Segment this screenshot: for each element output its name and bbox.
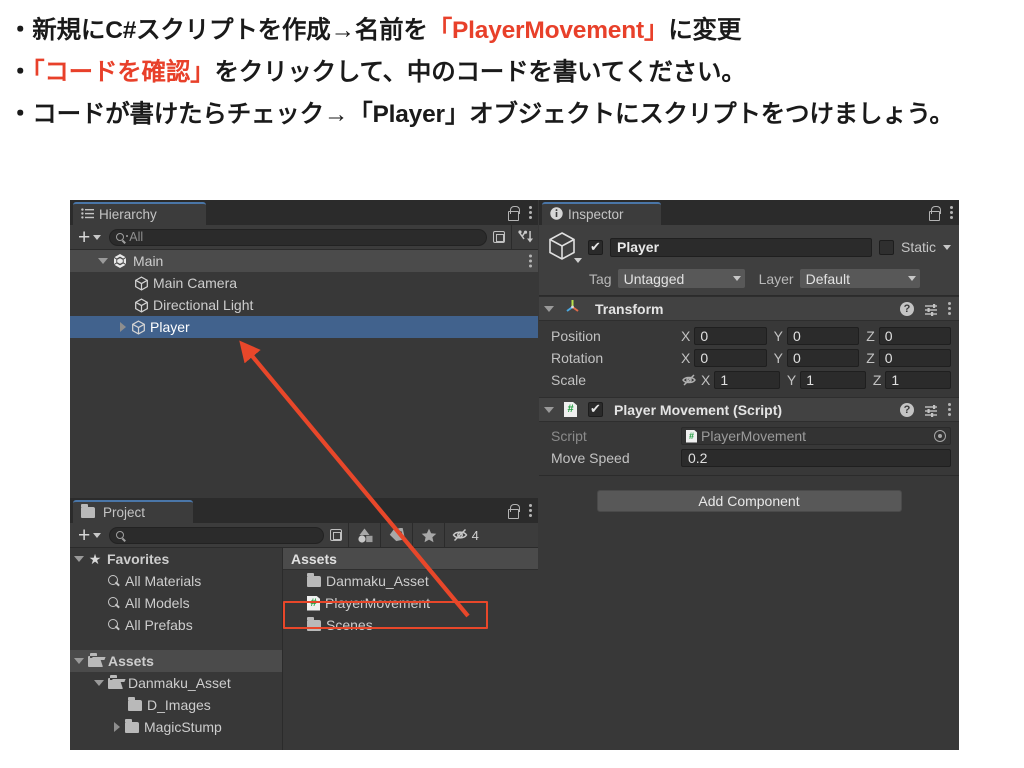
drag-arrow bbox=[239, 340, 470, 618]
screenshot-root: ・新規にC#スクリプトを作成→名前を「PlayerMovement」に変更 ・「… bbox=[0, 0, 1024, 768]
